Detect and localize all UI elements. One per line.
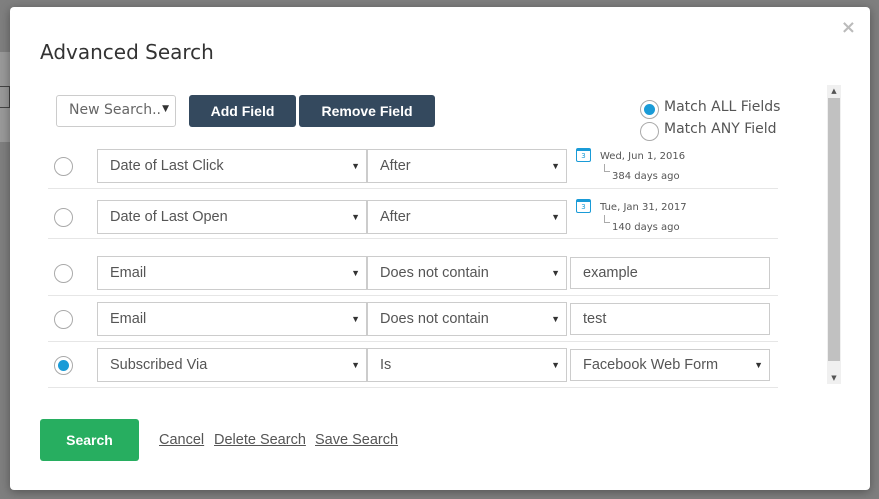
chevron-down-icon: ▼	[351, 360, 360, 370]
operator-select-value: After	[380, 209, 411, 225]
value-input[interactable]: example	[570, 257, 770, 289]
value-select-value: Facebook Web Form	[583, 357, 719, 373]
match-any-label: Match ANY Field	[664, 121, 777, 137]
days-ago: 140 days ago	[612, 222, 680, 233]
chevron-down-icon: ▼	[551, 161, 560, 171]
tree-connector	[604, 164, 610, 172]
chevron-down-icon: ▼	[351, 314, 360, 324]
calendar-icon[interactable]: 3	[576, 199, 591, 213]
new-search-label: New Search..	[69, 102, 161, 118]
chevron-down-icon: ▼	[551, 212, 560, 222]
field-select[interactable]: Email ▼	[97, 302, 367, 336]
chevron-down-icon: ▼	[351, 161, 360, 171]
row-select-radio[interactable]	[54, 264, 73, 283]
match-all-radio[interactable]	[640, 100, 659, 119]
value-select[interactable]: Facebook Web Form ▼	[570, 349, 770, 381]
scrollbar-thumb[interactable]	[828, 98, 840, 361]
calendar-icon[interactable]: 3	[576, 148, 591, 162]
operator-select[interactable]: Is ▼	[367, 348, 567, 382]
criteria-row: Email ▼ Does not contain ▼ test	[48, 296, 778, 342]
field-select-value: Date of Last Open	[110, 209, 228, 225]
operator-select[interactable]: After ▼	[367, 149, 567, 183]
modal-title: Advanced Search	[40, 40, 214, 64]
row-select-radio[interactable]	[54, 208, 73, 227]
operator-select[interactable]: After ▼	[367, 200, 567, 234]
row-select-radio[interactable]	[54, 310, 73, 329]
advanced-search-modal: × Advanced Search New Search.. ▼ Add Fie…	[10, 7, 870, 490]
delete-search-link[interactable]: Delete Search	[214, 432, 306, 448]
field-select[interactable]: Email ▼	[97, 256, 367, 290]
field-select[interactable]: Subscribed Via ▼	[97, 348, 367, 382]
backdrop-fragment	[0, 86, 10, 108]
tree-connector	[604, 215, 610, 223]
search-criteria-area: New Search.. ▼ Add Field Remove Field Ma…	[48, 85, 841, 388]
close-icon[interactable]: ×	[841, 19, 856, 37]
operator-select-value: Is	[380, 357, 392, 373]
scroll-up-icon[interactable]: ▲	[827, 85, 841, 97]
field-select[interactable]: Date of Last Open ▼	[97, 200, 367, 234]
chevron-down-icon: ▼	[351, 212, 360, 222]
save-search-link[interactable]: Save Search	[315, 432, 398, 448]
field-select-value: Subscribed Via	[110, 357, 208, 373]
date-value: Wed, Jun 1, 2016	[600, 151, 686, 162]
value-input[interactable]: test	[570, 303, 770, 335]
days-ago: 384 days ago	[612, 171, 680, 182]
criteria-row: Email ▼ Does not contain ▼ example	[48, 250, 778, 296]
add-field-button[interactable]: Add Field	[189, 95, 296, 127]
match-any-radio[interactable]	[640, 122, 659, 141]
new-search-select[interactable]: New Search.. ▼	[56, 95, 176, 127]
chevron-down-icon: ▼	[551, 268, 560, 278]
criteria-row: Date of Last Open ▼ After ▼ 3 Tue, Jan 3…	[48, 193, 778, 239]
operator-select-value: After	[380, 158, 411, 174]
chevron-down-icon: ▼	[162, 104, 169, 114]
operator-select[interactable]: Does not contain ▼	[367, 256, 567, 290]
operator-select-value: Does not contain	[380, 311, 489, 327]
field-select-value: Email	[110, 311, 147, 327]
scrollbar[interactable]: ▲ ▼	[827, 85, 841, 384]
chevron-down-icon: ▼	[551, 360, 560, 370]
field-select-value: Date of Last Click	[110, 158, 224, 174]
operator-select-value: Does not contain	[380, 265, 489, 281]
row-select-radio[interactable]	[54, 356, 73, 375]
chevron-down-icon: ▼	[754, 360, 763, 370]
scroll-down-icon[interactable]: ▼	[827, 372, 841, 384]
chevron-down-icon: ▼	[551, 314, 560, 324]
field-select-value: Email	[110, 265, 147, 281]
operator-select[interactable]: Does not contain ▼	[367, 302, 567, 336]
remove-field-button[interactable]: Remove Field	[299, 95, 435, 127]
chevron-down-icon: ▼	[351, 268, 360, 278]
date-value: Tue, Jan 31, 2017	[600, 202, 687, 213]
row-select-radio[interactable]	[54, 157, 73, 176]
match-all-label: Match ALL Fields	[664, 99, 781, 115]
search-button[interactable]: Search	[40, 419, 139, 461]
field-select[interactable]: Date of Last Click ▼	[97, 149, 367, 183]
criteria-row: Date of Last Click ▼ After ▼ 3 Wed, Jun …	[48, 143, 778, 189]
criteria-row: Subscribed Via ▼ Is ▼ Facebook Web Form …	[48, 342, 778, 388]
cancel-link[interactable]: Cancel	[159, 432, 204, 448]
